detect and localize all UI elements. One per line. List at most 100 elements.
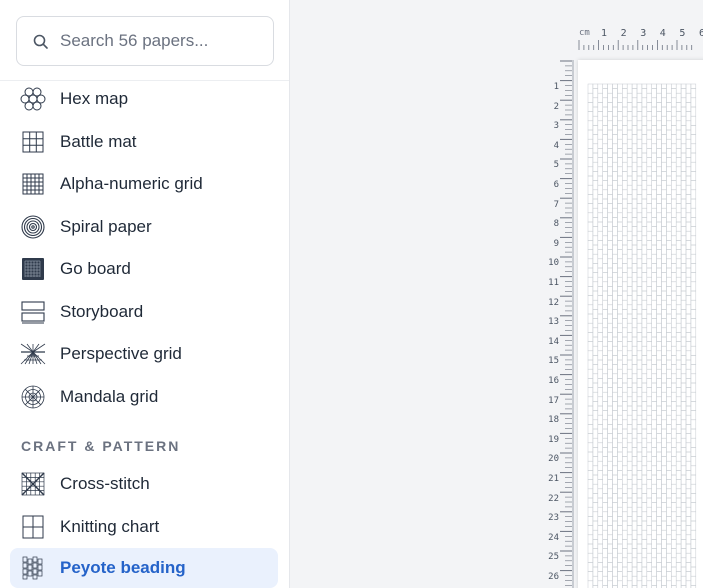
bead-cell [592, 456, 599, 467]
left-ruler-label: 26 [548, 572, 559, 582]
bead-cell [622, 253, 628, 264]
sidebar-item-alpha-numeric-grid[interactable]: Alpha-numeric grid [10, 164, 278, 204]
bead-cell [602, 115, 608, 126]
sidebar-item-peyote-beading[interactable]: Peyote beading [10, 548, 278, 588]
sidebar-item-hex-map[interactable]: Hex map [10, 79, 278, 119]
bead-cell [602, 272, 608, 283]
bead-cell [651, 410, 657, 421]
bead-cell [671, 180, 677, 191]
bead-cell [617, 83, 623, 94]
bead-cell [602, 263, 608, 273]
bead-cell [680, 529, 687, 540]
bead-cell [622, 299, 628, 310]
bead-cell [631, 161, 638, 172]
sidebar-item-cross-stitch[interactable]: Cross-stitch [10, 464, 278, 504]
bead-cell [656, 460, 662, 471]
bead-cell [617, 341, 623, 352]
bead-cell [641, 575, 648, 586]
bead-cell [641, 198, 648, 209]
bead-cell [612, 189, 618, 200]
bead-cell [646, 304, 652, 315]
bead-cell [680, 355, 687, 365]
bead-cell [656, 92, 662, 103]
sidebar-item-knitting-chart[interactable]: Knitting chart [10, 507, 278, 547]
bead-cell [602, 502, 608, 513]
bead-cell [592, 355, 599, 365]
bead-cell [617, 525, 623, 536]
bead-cell [661, 336, 667, 347]
bead-cell [607, 580, 613, 588]
bead-cell [656, 313, 662, 324]
bead-cell [612, 520, 618, 531]
bead-cell [671, 437, 677, 448]
bead-cell [617, 230, 623, 241]
bead-cell [607, 313, 613, 324]
bead-cell [671, 493, 677, 503]
bead-cell [607, 378, 613, 388]
bead-cell [651, 447, 657, 457]
bead-cell [656, 212, 662, 223]
bead-cell [646, 414, 652, 425]
bead-cell [636, 83, 643, 94]
bead-cell [612, 539, 618, 549]
left-ruler-label: 5 [553, 160, 559, 171]
bead-cell [675, 295, 682, 306]
bead-cell [641, 207, 648, 218]
bead-cell [602, 520, 608, 531]
bead-cell [661, 529, 667, 540]
bead-cell [617, 414, 623, 425]
bead-cell [690, 364, 697, 375]
bead-cell [607, 451, 613, 462]
bead-cell [607, 341, 613, 352]
bead-cell [666, 184, 672, 195]
bead-cell [597, 111, 603, 122]
bead-cell [656, 120, 662, 131]
sidebar-item-label: Alpha-numeric grid [60, 174, 203, 193]
bead-cell [690, 428, 697, 439]
paper-preview [578, 60, 703, 588]
bead-cell [666, 92, 672, 103]
sidebar-item-go-board[interactable]: Go board [10, 249, 278, 289]
sidebar-item-storyboard[interactable]: Storyboard [10, 292, 278, 332]
sidebar-item-label: Cross-stitch [60, 474, 150, 493]
bead-cell [587, 212, 594, 223]
sidebar-item-mandala-grid[interactable]: Mandala grid [10, 377, 278, 417]
bead-cell [661, 171, 667, 181]
bead-cell [587, 405, 594, 416]
bead-cell [636, 212, 643, 223]
sidebar-item-perspective-grid[interactable]: Perspective grid [10, 334, 278, 374]
bead-cell [685, 378, 692, 388]
battle-mat-icon [20, 130, 46, 154]
search-box[interactable] [16, 16, 274, 66]
bead-cell [685, 552, 692, 563]
go-board-icon [20, 257, 46, 281]
bead-cell [675, 350, 682, 361]
bead-cell [646, 378, 652, 388]
bead-cell [666, 313, 672, 324]
bead-cell [671, 217, 677, 227]
bead-cell [592, 226, 599, 237]
bead-cell [675, 276, 682, 287]
sidebar-item-spiral-paper[interactable]: Spiral paper [10, 207, 278, 247]
bead-cell [626, 571, 633, 582]
bead-cell [626, 212, 633, 223]
bead-cell [690, 125, 697, 135]
bead-cell [666, 387, 672, 398]
bead-cell [671, 336, 677, 347]
bead-cell [602, 180, 608, 191]
sidebar-item-battle-mat[interactable]: Battle mat [10, 122, 278, 162]
bead-cell [671, 152, 677, 163]
bead-cell [602, 143, 608, 154]
bead-cell [651, 198, 657, 209]
bead-cell [626, 396, 633, 407]
bead-cell [646, 451, 652, 462]
bead-cell [587, 525, 594, 536]
bead-cell [661, 456, 667, 467]
bead-cell [617, 405, 623, 416]
bead-cell [602, 88, 608, 99]
bead-cell [641, 161, 648, 172]
bead-cell [656, 230, 662, 241]
search-input[interactable] [60, 29, 260, 53]
bead-cell [661, 502, 667, 513]
bead-cell [661, 299, 667, 310]
